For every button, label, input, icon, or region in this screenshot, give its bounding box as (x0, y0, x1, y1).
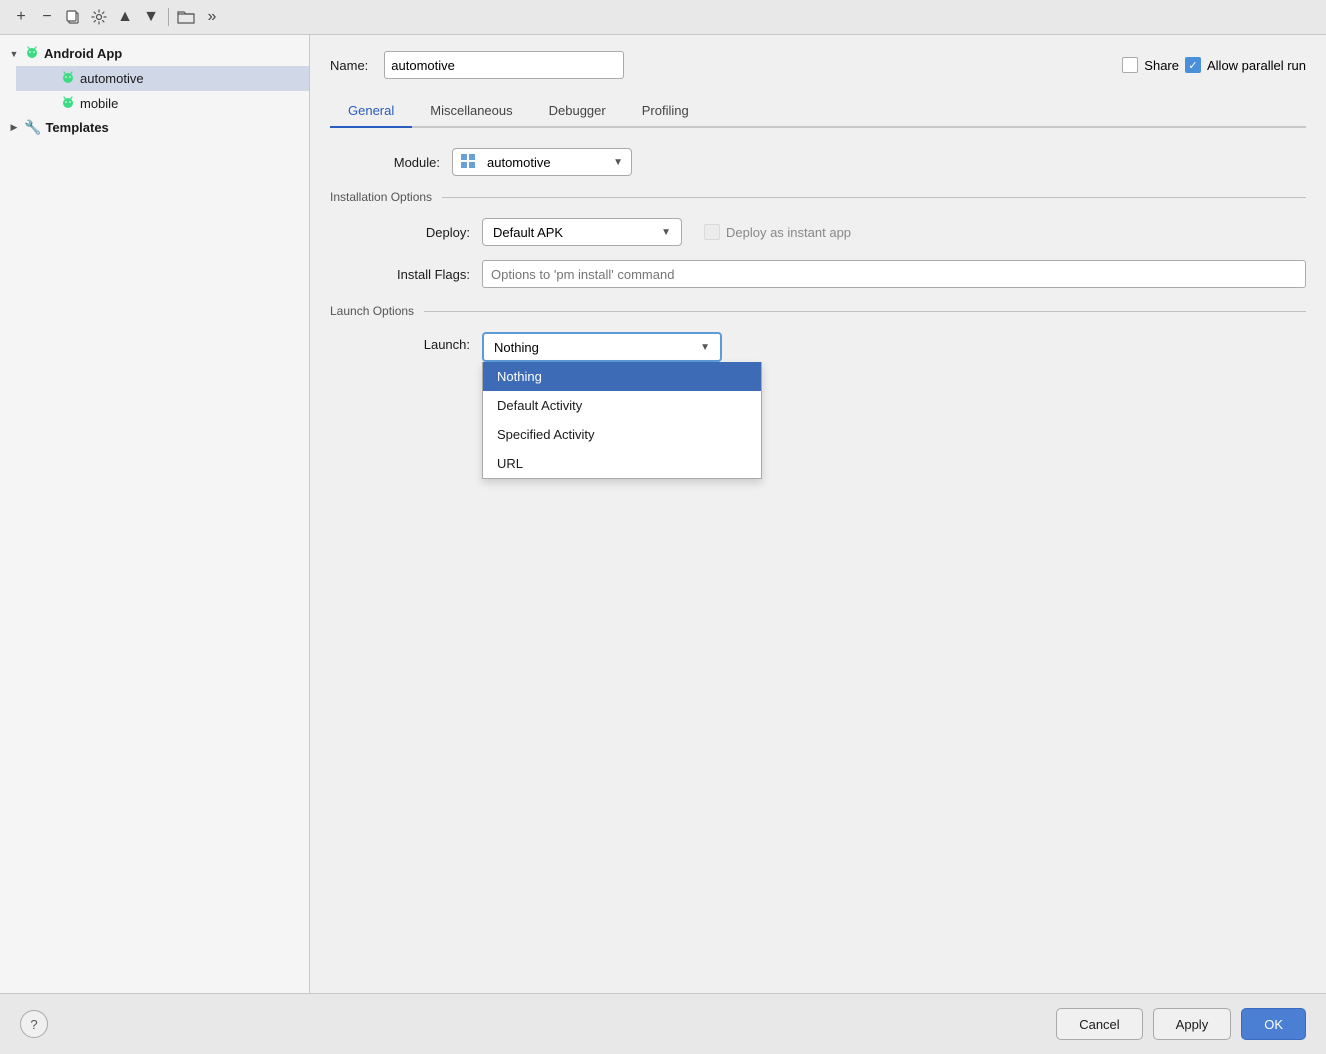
tab-content-general: Module: automotive ▼ Ins (330, 128, 1306, 993)
module-dropdown[interactable]: automotive ▼ (452, 148, 632, 176)
main-layout: ▼ Android App (0, 35, 1326, 993)
tree-label-mobile: mobile (80, 96, 118, 111)
launch-label: Launch: (360, 337, 470, 352)
instant-app-label: Deploy as instant app (726, 225, 851, 240)
launch-option-url[interactable]: URL (483, 449, 761, 478)
tree-item-templates[interactable]: ▶ 🔧 Templates (0, 116, 309, 139)
copy-icon[interactable] (62, 6, 84, 28)
divider-line-2 (424, 311, 1306, 312)
launch-dropdown-arrow: ▼ (700, 342, 710, 353)
tree-label-android-app: Android App (44, 46, 122, 61)
instant-app-checkbox[interactable] (704, 224, 720, 240)
name-label: Name: (330, 58, 368, 73)
install-flags-label: Install Flags: (360, 267, 470, 282)
launch-dropdown-wrapper: Nothing ▼ Nothing Default Activity Speci… (482, 332, 722, 362)
launch-value: Nothing (494, 340, 539, 355)
install-flags-row: Install Flags: (360, 260, 1306, 288)
up-icon[interactable]: ▲ (114, 6, 136, 28)
tab-miscellaneous[interactable]: Miscellaneous (412, 95, 530, 128)
deploy-dropdown[interactable]: Default APK ▼ (482, 218, 682, 246)
parallel-checkbox[interactable]: ✓ (1185, 57, 1201, 73)
tree-arrow-automotive (44, 73, 56, 85)
launch-option-nothing[interactable]: Nothing (483, 362, 761, 391)
name-input[interactable] (384, 51, 624, 79)
add-icon[interactable]: + (10, 6, 32, 28)
toolbar: + − ▲ ▼ » (0, 0, 1326, 35)
ok-button[interactable]: OK (1241, 1008, 1306, 1040)
installation-options-label: Installation Options (330, 190, 432, 204)
toolbar-separator (168, 8, 169, 26)
apply-button[interactable]: Apply (1153, 1008, 1232, 1040)
divider-line-1 (442, 197, 1306, 198)
bottom-row: ? Cancel Apply OK (0, 993, 1326, 1054)
module-icon (461, 154, 475, 171)
launch-options-divider: Launch Options (330, 304, 1306, 318)
launch-dropdown[interactable]: Nothing ▼ (482, 332, 722, 362)
tree-label-automotive: automotive (80, 71, 144, 86)
mobile-icon (60, 94, 76, 113)
tabs-row: General Miscellaneous Debugger Profiling (330, 95, 1306, 128)
deploy-label: Deploy: (360, 225, 470, 240)
tab-general[interactable]: General (330, 95, 412, 128)
tree-item-mobile[interactable]: mobile (16, 91, 309, 116)
share-label: Share (1144, 58, 1179, 73)
tab-profiling[interactable]: Profiling (624, 95, 707, 128)
more-icon[interactable]: » (201, 6, 223, 28)
tree-item-android-app[interactable]: ▼ Android App (0, 41, 309, 66)
header-row: Name: Share ✓ Allow parallel run (330, 51, 1306, 79)
share-checkbox[interactable] (1122, 57, 1138, 73)
module-row: Module: automotive ▼ (330, 148, 1306, 176)
module-value: automotive (487, 155, 551, 170)
help-button[interactable]: ? (20, 1010, 48, 1038)
settings-icon[interactable] (88, 6, 110, 28)
instant-app-area: Deploy as instant app (704, 224, 851, 240)
wrench-icon: 🔧 (24, 119, 41, 136)
launch-row: Launch: Nothing ▼ Nothing Default Activi… (360, 332, 1306, 362)
installation-options-divider: Installation Options (330, 190, 1306, 204)
deploy-value: Default APK (493, 225, 563, 240)
remove-icon[interactable]: − (36, 6, 58, 28)
launch-option-default-activity[interactable]: Default Activity (483, 391, 761, 420)
left-panel: ▼ Android App (0, 35, 310, 993)
share-area: Share ✓ Allow parallel run (1122, 57, 1306, 73)
deploy-row: Deploy: Default APK ▼ Deploy as instant … (360, 218, 1306, 246)
launch-options-label: Launch Options (330, 304, 414, 318)
automotive-icon (60, 69, 76, 88)
tree-item-automotive[interactable]: automotive (16, 66, 309, 91)
install-flags-input[interactable] (482, 260, 1306, 288)
module-label: Module: (330, 155, 440, 170)
left-panel-spacer (0, 139, 309, 987)
down-icon[interactable]: ▼ (140, 6, 162, 28)
folder-icon[interactable] (175, 6, 197, 28)
parallel-label: Allow parallel run (1207, 58, 1306, 73)
deploy-dropdown-arrow: ▼ (661, 227, 671, 238)
tree-arrow-templates: ▶ (8, 122, 20, 134)
tree-arrow-android-app: ▼ (8, 48, 20, 60)
right-panel: Name: Share ✓ Allow parallel run General… (310, 35, 1326, 993)
tree-arrow-mobile (44, 98, 56, 110)
cancel-button[interactable]: Cancel (1056, 1008, 1142, 1040)
tree-label-templates: Templates (45, 120, 108, 135)
module-dropdown-arrow: ▼ (613, 157, 623, 168)
tab-debugger[interactable]: Debugger (531, 95, 624, 128)
launch-option-specified-activity[interactable]: Specified Activity (483, 420, 761, 449)
android-app-icon (24, 44, 40, 63)
launch-dropdown-menu: Nothing Default Activity Specified Activ… (482, 362, 762, 479)
